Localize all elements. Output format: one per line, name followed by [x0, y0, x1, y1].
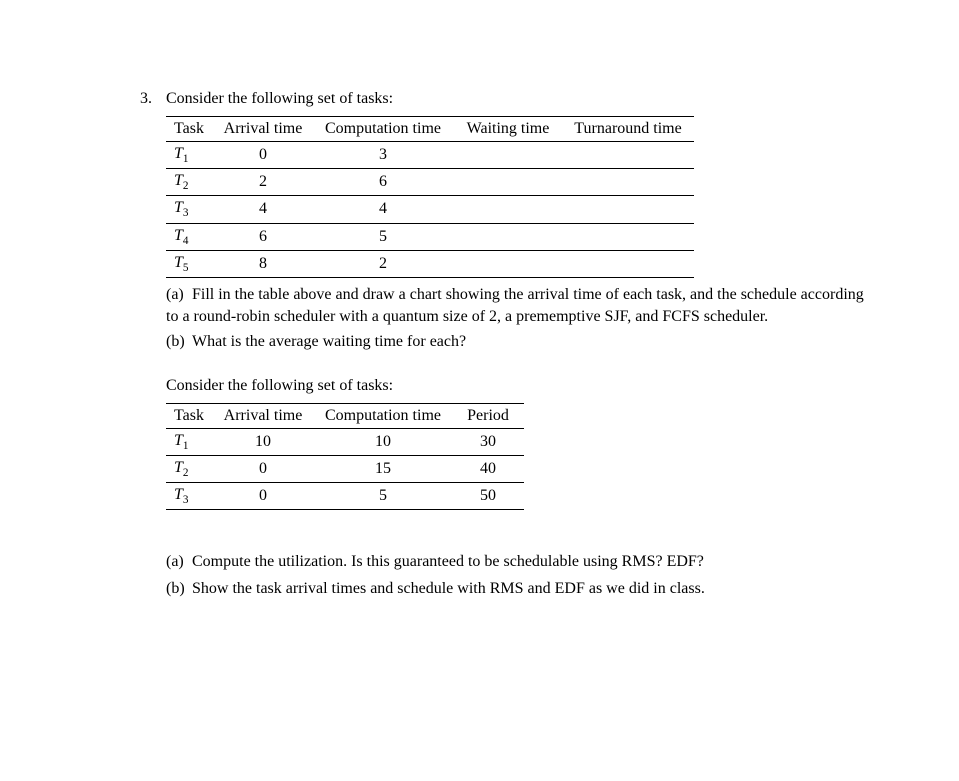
sub-part-label: (b) [166, 577, 192, 600]
cell-arrival: 8 [214, 250, 314, 277]
cell-comp: 3 [314, 142, 454, 169]
th2-task: Task [166, 403, 214, 428]
cell-task: T4 [166, 223, 214, 250]
table2-header-row: Task Arrival time Computation time Perio… [166, 403, 524, 428]
cell-task: T3 [166, 196, 214, 223]
cell-arrival: 0 [214, 142, 314, 169]
subparts-1: (a)Fill in the table above and draw a ch… [166, 284, 879, 353]
sub-part: (a)Fill in the table above and draw a ch… [166, 284, 879, 327]
task-table-1: Task Arrival time Computation time Waiti… [166, 116, 694, 278]
sub-part: (a)Compute the utilization. Is this guar… [166, 550, 879, 573]
cell-comp: 4 [314, 196, 454, 223]
cell-task: T1 [166, 428, 214, 455]
cell-turn [564, 250, 694, 277]
table-row: T344 [166, 196, 694, 223]
table-row: T226 [166, 169, 694, 196]
sub-part-text: What is the average waiting time for eac… [192, 333, 466, 350]
task-table-2: Task Arrival time Computation time Perio… [166, 403, 524, 511]
cell-wait [454, 142, 564, 169]
cell-turn [564, 142, 694, 169]
lead-text-2: Consider the following set of tasks: [166, 377, 879, 395]
sub-part-text: Compute the utilization. Is this guarant… [192, 553, 704, 570]
cell-comp: 6 [314, 169, 454, 196]
cell-comp: 2 [314, 250, 454, 277]
sub-part: (b)What is the average waiting time for … [166, 331, 879, 353]
lead-text-1: Consider the following set of tasks: [166, 90, 879, 108]
th-turn: Turnaround time [564, 117, 694, 142]
problem-number: 3. [140, 90, 152, 605]
th2-period: Period [454, 403, 524, 428]
table-row: T30550 [166, 483, 524, 510]
cell-period: 30 [454, 428, 524, 455]
table-row: T582 [166, 250, 694, 277]
cell-arrival: 4 [214, 196, 314, 223]
subparts-2: (a)Compute the utilization. Is this guar… [166, 550, 879, 600]
sub-part-text: Show the task arrival times and schedule… [192, 580, 705, 597]
table1-header-row: Task Arrival time Computation time Waiti… [166, 117, 694, 142]
th-arrival: Arrival time [214, 117, 314, 142]
cell-wait [454, 250, 564, 277]
table-row: T1101030 [166, 428, 524, 455]
cell-comp: 5 [314, 483, 454, 510]
cell-comp: 10 [314, 428, 454, 455]
table-row: T465 [166, 223, 694, 250]
cell-task: T3 [166, 483, 214, 510]
cell-task: T5 [166, 250, 214, 277]
th2-comp: Computation time [314, 403, 454, 428]
sub-part: (b)Show the task arrival times and sched… [166, 577, 879, 600]
cell-task: T2 [166, 455, 214, 482]
cell-turn [564, 223, 694, 250]
th-comp: Computation time [314, 117, 454, 142]
cell-arrival: 0 [214, 455, 314, 482]
cell-arrival: 6 [214, 223, 314, 250]
cell-arrival: 2 [214, 169, 314, 196]
sub-part-label: (a) [166, 550, 192, 573]
cell-wait [454, 169, 564, 196]
cell-arrival: 10 [214, 428, 314, 455]
cell-wait [454, 223, 564, 250]
problem-body: Consider the following set of tasks: Tas… [166, 90, 879, 605]
th-task: Task [166, 117, 214, 142]
problem-3: 3. Consider the following set of tasks: … [140, 90, 879, 605]
cell-wait [454, 196, 564, 223]
cell-task: T2 [166, 169, 214, 196]
sub-part-label: (b) [166, 331, 192, 353]
cell-turn [564, 169, 694, 196]
cell-comp: 5 [314, 223, 454, 250]
cell-period: 40 [454, 455, 524, 482]
cell-arrival: 0 [214, 483, 314, 510]
sub-part-label: (a) [166, 284, 192, 306]
cell-period: 50 [454, 483, 524, 510]
th-wait: Waiting time [454, 117, 564, 142]
cell-comp: 15 [314, 455, 454, 482]
th2-arrival: Arrival time [214, 403, 314, 428]
cell-turn [564, 196, 694, 223]
sub-part-text: Fill in the table above and draw a chart… [166, 286, 864, 325]
table-row: T103 [166, 142, 694, 169]
table-row: T201540 [166, 455, 524, 482]
cell-task: T1 [166, 142, 214, 169]
